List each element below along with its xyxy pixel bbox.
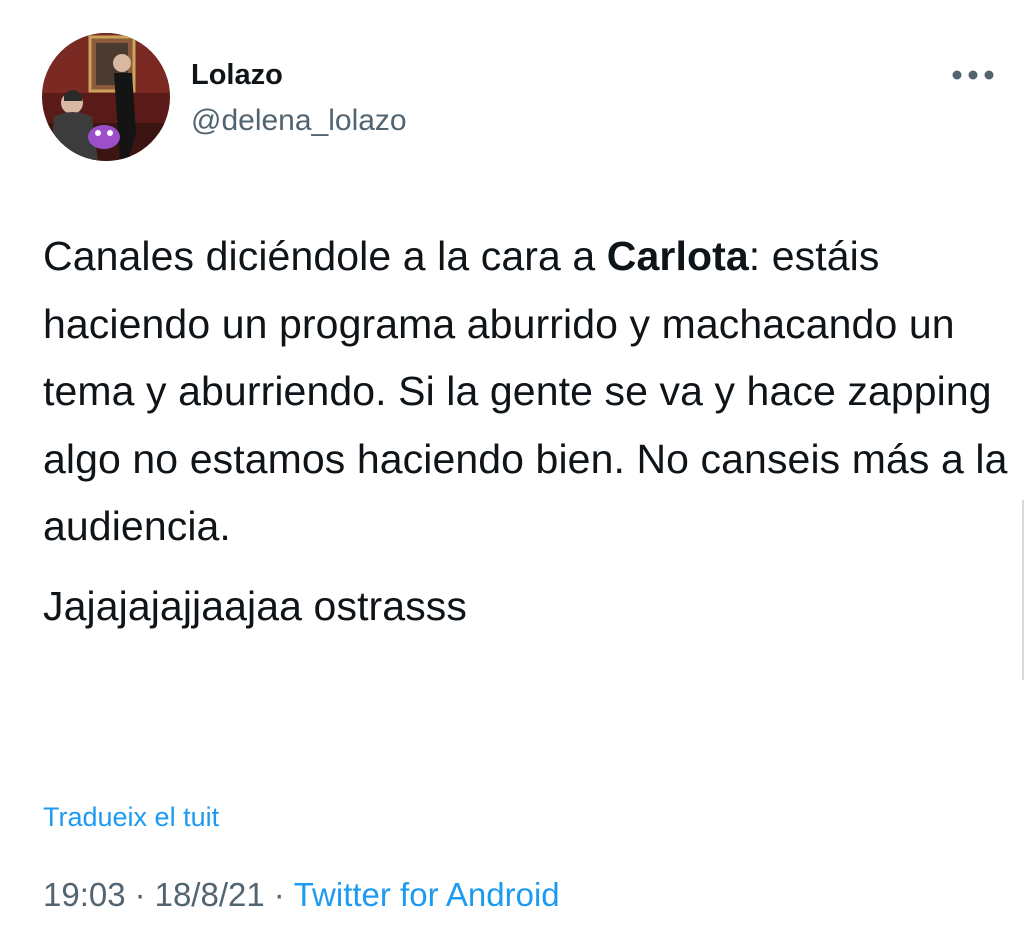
- separator: ·: [273, 876, 285, 913]
- translate-tweet-link[interactable]: Tradueix el tuit: [43, 800, 219, 834]
- tweet-card: Lolazo @delena_lolazo Canales diciéndole…: [0, 0, 1024, 941]
- avatar[interactable]: [42, 33, 170, 161]
- user-handle[interactable]: @delena_lolazo: [191, 103, 407, 139]
- tweet-paragraph: Canales diciéndole a la cara a Carlota: …: [43, 223, 1013, 561]
- tweet-bold-text: Carlota: [606, 233, 749, 279]
- more-horizontal-icon: [952, 70, 994, 80]
- tweet-text-part: : estáis haciendo un programa aburrido y…: [43, 233, 1008, 549]
- tweet-time[interactable]: 19:03: [43, 876, 126, 913]
- tweet-source-link[interactable]: Twitter for Android: [294, 876, 560, 913]
- tweet-date[interactable]: 18/8/21: [155, 876, 265, 913]
- more-options-button[interactable]: [948, 60, 998, 90]
- tweet-text-part: Canales diciéndole a la cara a: [43, 233, 607, 279]
- tweet-paragraph: Jajajajajjaajaa ostrasss: [43, 582, 468, 629]
- tweet-text: Canales diciéndole a la cara a Carlota: …: [43, 223, 1013, 640]
- separator: ·: [134, 876, 146, 913]
- tweet-metadata: 19:03 · 18/8/21 · Twitter for Android: [43, 874, 560, 916]
- profile-photo-icon: [42, 33, 170, 161]
- display-name[interactable]: Lolazo: [191, 58, 283, 92]
